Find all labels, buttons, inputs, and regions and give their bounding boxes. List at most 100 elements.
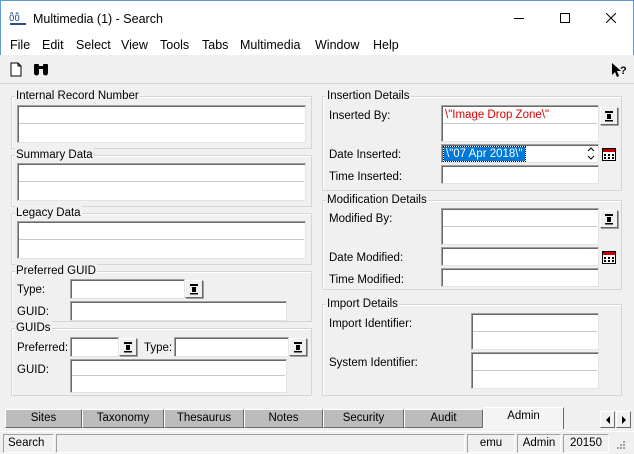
import-details-group: Import Details Import Identifier: System… [322,297,622,396]
modified-by-field[interactable] [441,208,599,245]
menu-bar: File Edit Select View Tools Tabs Multime… [0,36,634,55]
menu-multimedia[interactable]: Multimedia [240,38,300,53]
window-title: Multimedia (1) - Search [33,12,163,26]
svg-text:ȪȪ: ȪȪ [9,12,20,24]
search-form: Internal Record Number Summary Data Lega… [0,84,634,404]
tab-scroll-left-button[interactable] [600,411,615,428]
tab-scroll-right-button[interactable] [616,411,631,428]
lookup-icon [190,284,198,295]
menu-tools[interactable]: Tools [160,38,189,53]
arrow-left-icon [605,415,610,424]
tab-thesaurus[interactable]: Thesaurus [164,409,244,428]
lookup-icon [124,342,132,353]
system-identifier-field[interactable] [471,352,599,389]
close-button[interactable] [588,1,634,35]
maximize-button[interactable] [542,1,588,35]
lookup-icon [605,214,613,225]
guids-preferred-lookup-button[interactable] [119,338,137,356]
tab-audit[interactable]: Audit [404,409,483,428]
minimize-button[interactable] [496,1,542,35]
tab-security[interactable]: Security [323,409,404,428]
time-inserted-field[interactable] [441,165,599,184]
menu-view[interactable]: View [121,38,148,53]
status-mode: Search [3,434,54,453]
internal-record-group: Internal Record Number [11,89,312,149]
guids-legend: GUIDs [15,321,52,335]
preferred-guid-type-label: Type: [17,284,46,296]
maximize-icon [560,13,570,23]
new-icon[interactable] [9,62,23,77]
summary-data-field[interactable] [17,163,306,201]
guids-type-field[interactable] [174,337,289,357]
modification-details-group: Modification Details Modified By: Date M… [322,193,622,290]
time-inserted-label: Time Inserted: [329,171,403,183]
arrow-right-icon [621,415,626,424]
import-identifier-field[interactable] [471,313,599,350]
legacy-data-field[interactable] [17,221,306,259]
insertion-details-group: Insertion Details Inserted By: \"Image D… [322,89,622,191]
tab-notes[interactable]: Notes [244,409,323,428]
inserted-by-value: \"Image Drop Zone\" [445,109,550,121]
lookup-icon [294,342,302,353]
preferred-guid-type-lookup-button[interactable] [185,280,203,298]
date-modified-calendar-button[interactable] [600,248,618,266]
date-inserted-label: Date Inserted: [329,149,402,161]
tab-taxonomy[interactable]: Taxonomy [82,409,164,428]
emu-app-icon: ȪȪ [9,11,27,27]
guids-guid-field[interactable] [70,359,287,393]
status-record-count: 20150 [563,434,609,453]
modification-details-legend: Modification Details [326,193,428,207]
preferred-guid-guid-field[interactable] [70,301,287,321]
modified-by-lookup-button[interactable] [600,210,618,228]
menu-help[interactable]: Help [373,38,399,53]
time-modified-label: Time Modified: [329,274,404,286]
tab-sites[interactable]: Sites [5,409,82,428]
summary-data-group: Summary Data [11,148,312,207]
status-message [56,434,465,453]
menu-tabs[interactable]: Tabs [202,38,228,53]
tab-bar: Sites Taxonomy Thesaurus Notes Security … [0,404,634,430]
guids-guid-label: GUID: [17,364,49,376]
insertion-details-legend: Insertion Details [326,89,411,103]
date-modified-field[interactable] [441,247,599,266]
internal-record-legend: Internal Record Number [15,89,140,103]
resize-grip-icon[interactable] [612,438,626,452]
import-identifier-label: Import Identifier: [329,318,413,330]
minimize-icon [514,18,524,19]
menu-edit[interactable]: Edit [42,38,64,53]
preferred-guid-type-field[interactable] [70,279,185,299]
status-user: Admin [517,434,561,453]
time-modified-field[interactable] [441,268,599,287]
menu-select[interactable]: Select [76,38,111,53]
spin-icon[interactable] [587,146,595,161]
inserted-by-field[interactable]: \"Image Drop Zone\" [441,105,599,142]
date-inserted-value: \"07 Apr 2018\" [443,146,526,162]
import-details-legend: Import Details [326,297,399,311]
inserted-by-label: Inserted By: [329,110,391,122]
search-binoculars-icon[interactable] [33,62,49,76]
preferred-guid-legend: Preferred GUID [15,264,97,278]
tab-admin[interactable]: Admin [483,407,564,429]
calendar-icon [602,147,616,161]
date-inserted-calendar-button[interactable] [600,145,618,163]
guids-group: GUIDs Preferred: Type: GUID: [11,321,312,396]
guids-preferred-field[interactable] [70,337,119,357]
system-identifier-label: System Identifier: [329,357,418,369]
calendar-icon [602,250,616,264]
whats-this-help-icon[interactable]: ? [611,62,627,78]
internal-record-field[interactable] [17,105,306,143]
legacy-data-legend: Legacy Data [15,206,82,220]
date-inserted-field[interactable]: \"07 Apr 2018\" [441,144,599,163]
summary-data-legend: Summary Data [15,148,94,162]
guids-type-label: Type: [144,342,173,354]
modified-by-label: Modified By: [329,213,393,225]
preferred-guid-group: Preferred GUID Type: GUID: [11,264,312,322]
menu-file[interactable]: File [10,38,30,53]
menu-window[interactable]: Window [315,38,359,53]
close-icon [606,13,616,23]
inserted-by-lookup-button[interactable] [600,107,618,125]
status-bar: Search emu Admin 20150 [0,431,634,454]
lookup-icon [605,111,613,122]
preferred-guid-guid-label: GUID: [17,306,49,318]
guids-type-lookup-button[interactable] [289,338,307,356]
